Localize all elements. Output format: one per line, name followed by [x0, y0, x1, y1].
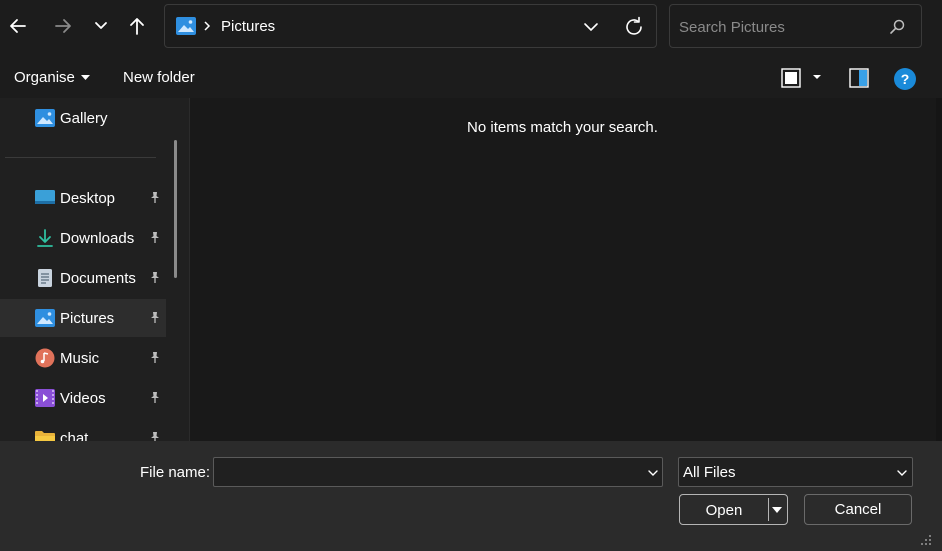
sidebar-item-label: Desktop — [60, 189, 116, 207]
caret-down-icon — [80, 75, 90, 80]
videos-icon — [35, 389, 55, 407]
search-input[interactable] — [679, 16, 879, 38]
search-box[interactable] — [669, 4, 922, 48]
cancel-button[interactable]: Cancel — [804, 494, 912, 525]
new-folder-button[interactable]: New folder — [123, 69, 195, 87]
sidebar-item-gallery[interactable]: Gallery — [0, 99, 166, 137]
view-options-caret-icon[interactable] — [812, 72, 822, 82]
pin-icon[interactable] — [148, 311, 162, 325]
arrow-up-icon — [130, 18, 144, 35]
chevron-down-icon[interactable] — [647, 467, 659, 479]
document-icon — [38, 269, 52, 287]
organise-menu-button[interactable]: Organise — [14, 69, 90, 87]
sidebar-divider — [5, 157, 156, 158]
chevron-down-icon — [897, 470, 907, 476]
sidebar-item-music[interactable]: Music — [0, 339, 166, 377]
help-button[interactable]: ? — [894, 68, 916, 90]
chevron-down-icon — [95, 22, 107, 29]
dialog-footer: File name: All Files Open Cancel — [0, 441, 942, 551]
new-folder-label: New folder — [123, 69, 195, 86]
sidebar-item-documents[interactable]: Documents — [0, 259, 166, 297]
navigation-scrollbar-thumb[interactable] — [174, 140, 177, 278]
sidebar-item-desktop[interactable]: Desktop — [0, 179, 166, 217]
navigation-pane[interactable]: Gallery Desktop Downloads Documents Pict… — [0, 98, 190, 441]
breadcrumb-pictures[interactable]: Pictures — [221, 18, 275, 36]
download-icon — [37, 229, 53, 247]
content-edge — [936, 98, 942, 441]
sidebar-item-label: Pictures — [60, 309, 115, 327]
pin-icon[interactable] — [148, 391, 162, 405]
pin-icon[interactable] — [148, 191, 162, 205]
file-name-combobox[interactable] — [213, 457, 663, 487]
breadcrumb-separator-icon — [203, 17, 213, 35]
open-button-label: Open — [705, 502, 743, 519]
back-button[interactable] — [2, 10, 34, 42]
view-mode-icon[interactable] — [781, 68, 801, 88]
arrow-right-icon — [55, 19, 71, 33]
up-button[interactable] — [121, 10, 153, 42]
address-history-chevron-icon[interactable] — [581, 18, 601, 36]
file-name-input[interactable] — [220, 463, 630, 481]
pictures-icon — [176, 17, 196, 35]
preview-pane-icon[interactable] — [849, 68, 869, 88]
sidebar-item-label: Documents — [60, 269, 136, 287]
pin-icon[interactable] — [148, 431, 162, 441]
pin-icon[interactable] — [148, 271, 162, 285]
forward-button[interactable] — [47, 10, 79, 42]
file-type-value: All Files — [683, 464, 736, 481]
gallery-icon — [35, 109, 55, 127]
open-button[interactable]: Open — [679, 494, 788, 525]
desktop-icon — [35, 190, 55, 204]
address-bar[interactable]: Pictures — [164, 4, 657, 48]
file-type-select[interactable]: All Files — [678, 457, 913, 487]
command-bar: Organise New folder — [0, 58, 942, 98]
sidebar-item-chat[interactable]: chat — [0, 419, 166, 441]
file-open-dialog: Pictures Organise New folder — [0, 0, 942, 551]
organise-label: Organise — [14, 69, 75, 86]
sidebar-item-label: Videos — [60, 389, 106, 407]
open-options-caret-icon[interactable] — [771, 505, 783, 515]
refresh-icon[interactable] — [622, 15, 646, 39]
music-icon — [35, 348, 55, 368]
arrow-left-icon — [10, 19, 26, 33]
address-toolbar: Pictures — [0, 0, 942, 58]
recent-locations-button[interactable] — [85, 10, 117, 42]
sidebar-item-label: Downloads — [60, 229, 135, 247]
folder-icon — [35, 431, 55, 441]
sidebar-item-videos[interactable]: Videos — [0, 379, 166, 417]
sidebar-item-label: chat — [60, 429, 89, 442]
sidebar-item-label: Gallery — [60, 109, 108, 127]
resize-grip-icon[interactable] — [918, 532, 932, 546]
sidebar-item-pictures[interactable]: Pictures — [0, 299, 166, 337]
pin-icon[interactable] — [148, 351, 162, 365]
pictures-icon — [35, 309, 55, 327]
file-list-area[interactable]: No items match your search. — [190, 98, 942, 441]
pin-icon[interactable] — [148, 231, 162, 245]
file-name-label: File name: — [140, 464, 211, 481]
empty-results-message: No items match your search. — [467, 119, 658, 136]
sidebar-item-label: Music — [60, 349, 100, 367]
search-icon[interactable] — [887, 17, 907, 37]
open-split-divider — [768, 498, 769, 521]
sidebar-item-downloads[interactable]: Downloads — [0, 219, 166, 257]
